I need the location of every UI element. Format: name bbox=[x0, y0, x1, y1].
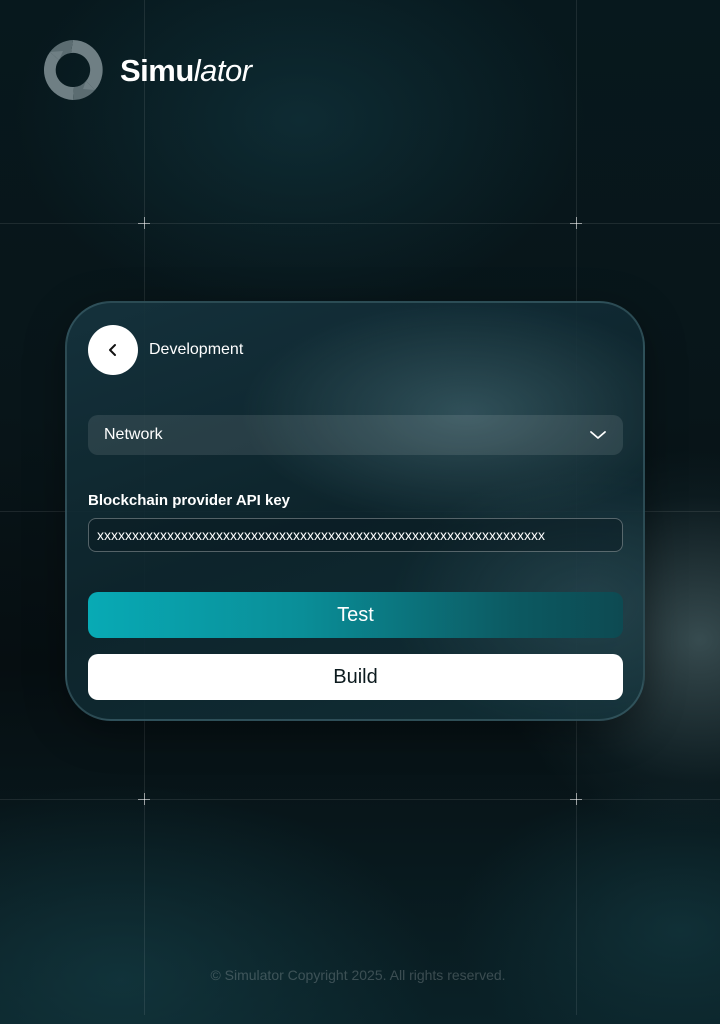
settings-card: Development Network Blockchain provider … bbox=[65, 301, 645, 721]
network-select[interactable]: Network bbox=[88, 415, 623, 455]
build-button[interactable]: Build bbox=[88, 654, 623, 700]
circular-arrows-icon bbox=[43, 40, 103, 100]
plus-marker-icon bbox=[138, 793, 150, 805]
brand-name-italic: lator bbox=[193, 52, 252, 88]
api-key-input[interactable] bbox=[88, 518, 623, 552]
brand-logo[interactable]: Simulator bbox=[42, 39, 252, 101]
copyright-footer: © Simulator Copyright 2025. All rights r… bbox=[210, 967, 506, 983]
network-select-value: Network bbox=[104, 426, 163, 443]
grid-line-horizontal bbox=[0, 799, 720, 800]
plus-marker-icon bbox=[138, 217, 150, 229]
grid-line-horizontal bbox=[0, 223, 720, 224]
card-title: Development bbox=[149, 341, 244, 358]
brand-name-bold: Simu bbox=[120, 52, 194, 88]
test-button[interactable]: Test bbox=[88, 592, 623, 638]
chevron-left-icon bbox=[109, 344, 116, 356]
plus-marker-icon bbox=[570, 793, 582, 805]
api-key-label: Blockchain provider API key bbox=[88, 492, 291, 509]
back-button[interactable] bbox=[88, 325, 138, 375]
brand-name: Simulator bbox=[120, 55, 252, 86]
plus-marker-icon bbox=[570, 217, 582, 229]
chevron-down-icon bbox=[590, 431, 606, 439]
